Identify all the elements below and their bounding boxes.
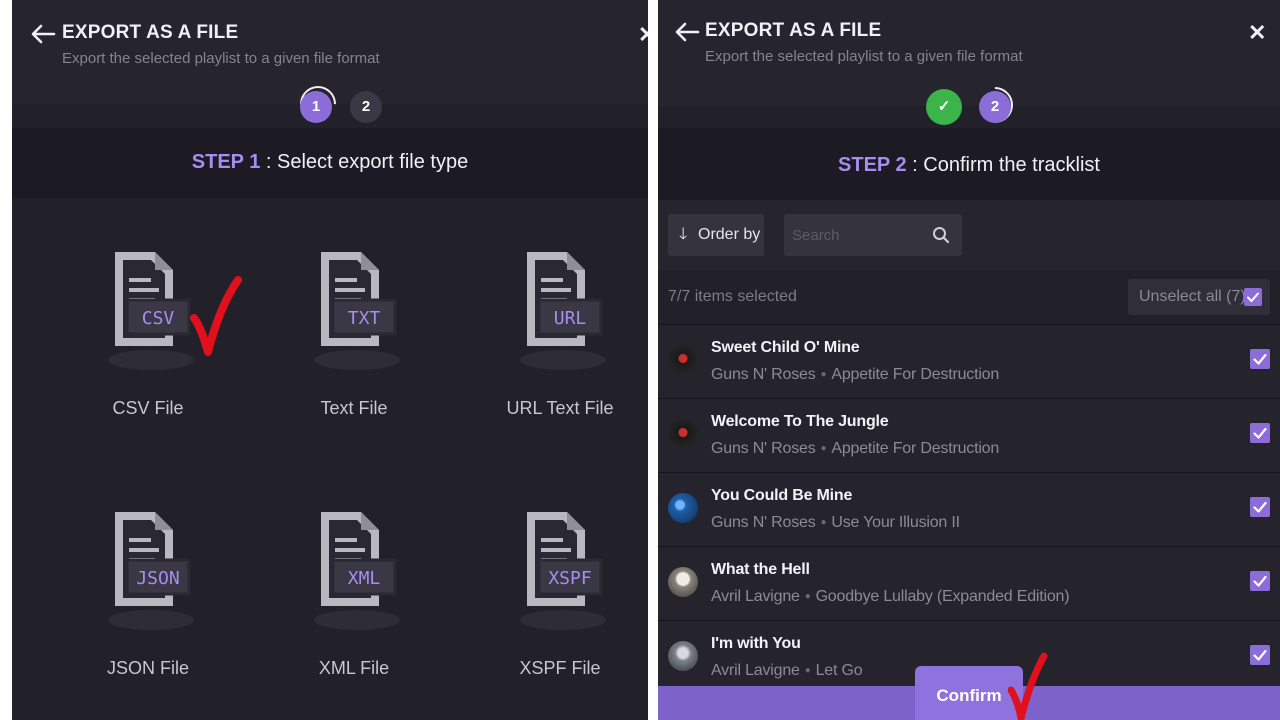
track-meta: Avril Lavigne ● Goodbye Lullaby (Expanded … [711, 588, 1070, 606]
dialog-subtitle: Export the selected playlist to a given … [705, 48, 1023, 65]
dialog-subtitle: Export the selected playlist to a given … [62, 50, 380, 67]
step-2-indicator: 2 [979, 91, 1011, 123]
track-meta: Avril Lavigne ● Let Go [711, 662, 863, 680]
track-album: Let Go [815, 662, 863, 679]
separator-dot: ● [804, 665, 811, 676]
confirm-button[interactable]: Confirm [915, 666, 1023, 720]
track-row[interactable]: Sweet Child O' Mine Guns N' Roses ● Appetit… [658, 324, 1280, 398]
arrow-down-icon: 🡓 [679, 226, 688, 243]
step-heading-bar: STEP 1 : Select export file type [12, 128, 648, 198]
file-type-xspf[interactable]: XSPF XSPF File [480, 508, 640, 698]
track-title: I'm with You [711, 635, 801, 652]
step-1-complete-icon: ✓ [926, 89, 962, 125]
separator-dot: ● [804, 591, 811, 602]
separator-dot: ● [820, 517, 827, 528]
track-row[interactable]: Welcome To The Jungle Guns N' Roses ● Appet… [658, 398, 1280, 472]
track-artist: Avril Lavigne [711, 662, 800, 679]
checkbox-checked-icon[interactable] [1250, 645, 1270, 665]
unselect-all-button[interactable]: Unselect all (7) [1128, 279, 1270, 315]
track-title: What the Hell [711, 561, 810, 578]
back-arrow-icon[interactable] [30, 22, 56, 46]
file-type-csv[interactable]: CSV CSV File [68, 248, 228, 438]
file-type-label: JSON File [106, 658, 189, 678]
track-title: Sweet Child O' Mine [711, 339, 860, 356]
dialog-title: EXPORT AS A FILE [62, 22, 239, 43]
close-icon[interactable]: ✕ [1248, 20, 1268, 45]
track-row[interactable]: What the Hell Avril Lavigne ● Goodbye Lulla… [658, 546, 1280, 620]
checkbox-checked-icon[interactable] [1250, 497, 1270, 517]
track-artist: Guns N' Roses [711, 514, 816, 531]
track-album: Appetite For Destruction [831, 440, 1000, 457]
album-art [668, 493, 698, 523]
file-ext-label: TXT [347, 308, 381, 329]
export-dialog-step2: EXPORT AS A FILE Export the selected pla… [658, 0, 1280, 720]
checkbox-checked-icon[interactable] [1250, 423, 1270, 443]
track-album: Appetite For Destruction [831, 366, 1000, 383]
tracklist-toolbar: 🡓 Order by [658, 200, 1280, 270]
search-box[interactable] [784, 214, 962, 256]
step-heading-bar: STEP 2 : Confirm the tracklist [658, 128, 1280, 200]
file-type-label: Text File [320, 398, 388, 418]
separator-dot: ● [820, 443, 827, 454]
dialog-title: EXPORT AS A FILE [705, 20, 882, 41]
track-artist: Guns N' Roses [711, 440, 816, 457]
selection-bar: 7/7 items selected Unselect all (7) [658, 270, 1280, 324]
track-meta: Guns N' Roses ● Use Your Illusion II [711, 514, 960, 532]
file-type-xml[interactable]: XML XML File [274, 508, 434, 698]
track-title: Welcome To The Jungle [711, 413, 889, 430]
step-description: : Confirm the tracklist [906, 154, 1100, 176]
step-description: : Select export file type [260, 151, 469, 173]
search-icon[interactable] [932, 226, 950, 244]
track-album: Goodbye Lullaby (Expanded Edition) [815, 588, 1070, 605]
step-number: STEP 1 [191, 151, 261, 173]
track-artist: Avril Lavigne [711, 588, 800, 605]
album-art [668, 567, 698, 597]
step-number: STEP 2 [838, 154, 907, 176]
track-row[interactable]: You Could Be Mine Guns N' Roses ● Use Your … [658, 472, 1280, 546]
close-icon[interactable]: ✕ [638, 22, 648, 47]
checkbox-checked-icon[interactable] [1250, 349, 1270, 369]
track-meta: Guns N' Roses ● Appetite For Destruction [711, 440, 999, 458]
file-ext-label: JSON [136, 568, 180, 589]
order-by-label: Order by [698, 226, 761, 243]
step-heading: STEP 1 : Select export file type [12, 151, 648, 174]
file-type-label: URL Text File [506, 398, 614, 418]
track-meta: Guns N' Roses ● Appetite For Destruction [711, 366, 999, 384]
step-heading: STEP 2 : Confirm the tracklist [658, 154, 1280, 177]
file-type-url[interactable]: URL URL Text File [480, 248, 640, 438]
order-by-button[interactable]: 🡓 Order by [668, 214, 764, 256]
export-dialog-step1: EXPORT AS A FILE Export the selected pla… [12, 0, 648, 720]
file-ext-label: XSPF [548, 568, 592, 589]
album-art [668, 641, 698, 671]
separator-dot: ● [820, 369, 827, 380]
file-type-json[interactable]: JSON JSON File [68, 508, 228, 698]
unselect-all-label: Unselect all (7) [1139, 288, 1246, 305]
file-ext-label: XML [347, 568, 381, 589]
file-ext-label: CSV [141, 308, 175, 329]
file-type-txt[interactable]: TXT Text File [274, 248, 434, 438]
track-album: Use Your Illusion II [831, 514, 960, 531]
step-indicator: 1 2 [12, 78, 648, 130]
checkbox-checked-icon[interactable] [1250, 571, 1270, 591]
search-input[interactable] [784, 214, 924, 256]
file-type-label: XSPF File [519, 658, 601, 678]
file-type-label: CSV File [112, 398, 184, 418]
file-type-label: XML File [318, 658, 390, 678]
album-art [668, 345, 698, 375]
step-1-indicator: 1 [300, 91, 332, 123]
album-art [668, 419, 698, 449]
step-2-indicator: 2 [350, 91, 382, 123]
step-indicator: ✓ 2 [658, 79, 1280, 131]
file-ext-label: URL [553, 308, 587, 329]
back-arrow-icon[interactable] [674, 20, 700, 44]
track-title: You Could Be Mine [711, 487, 853, 504]
selection-count: 7/7 items selected [668, 288, 797, 305]
checkbox-checked-icon[interactable] [1244, 288, 1262, 306]
track-artist: Guns N' Roses [711, 366, 816, 383]
